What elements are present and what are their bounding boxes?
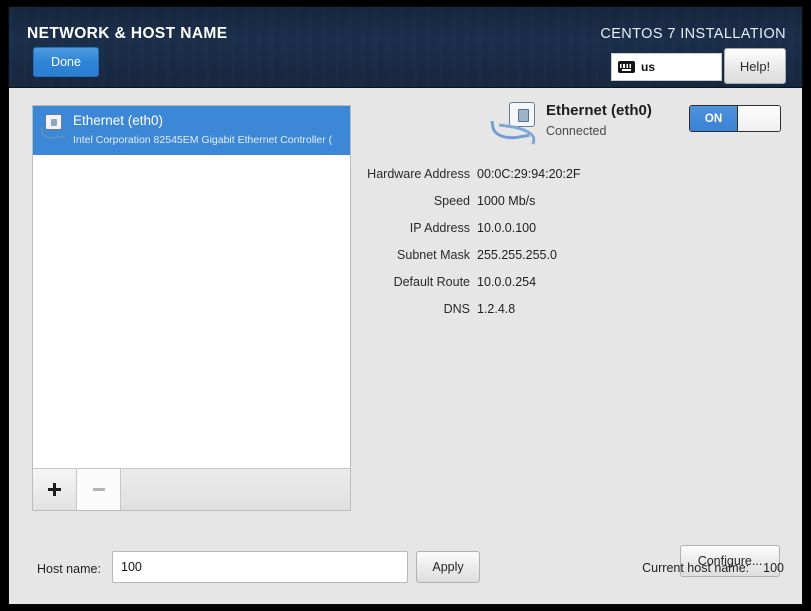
- done-button-label: Done: [51, 55, 81, 69]
- property-row: Default Route 10.0.0.254: [364, 268, 786, 295]
- hostname-bar: Host name: Apply Current host name: 100: [9, 538, 802, 604]
- done-button[interactable]: Done: [33, 47, 99, 77]
- property-row: IP Address 10.0.0.100: [364, 214, 786, 241]
- property-label: Default Route: [393, 274, 470, 289]
- device-detail-pane: Ethernet (eth0) Connected ON Hardware Ad…: [364, 98, 786, 438]
- property-value: 1000 Mb/s: [477, 193, 536, 208]
- current-hostname-label: Current host name:: [642, 561, 750, 575]
- property-value: 00:0C:29:94:20:2F: [477, 166, 581, 181]
- keyboard-layout-indicator[interactable]: us: [611, 53, 722, 81]
- property-label: Speed: [433, 193, 470, 208]
- installer-window: NETWORK & HOST NAME Done CENTOS 7 INSTAL…: [8, 6, 803, 605]
- property-value: 1.2.4.8: [477, 301, 516, 316]
- list-item[interactable]: Ethernet (eth0) Intel Corporation 82545E…: [33, 106, 350, 155]
- ethernet-icon: [40, 114, 67, 141]
- keyboard-icon: [618, 61, 635, 73]
- toggle-handle: [738, 106, 780, 131]
- help-button[interactable]: Help!: [724, 48, 786, 84]
- hostname-input[interactable]: [112, 551, 408, 583]
- device-power-toggle[interactable]: ON: [689, 105, 781, 132]
- toggle-on-label: ON: [690, 106, 738, 131]
- device-name: Ethernet (eth0): [546, 102, 652, 119]
- list-item-description: Intel Corporation 82545EM Gigabit Ethern…: [73, 134, 333, 146]
- property-value: 10.0.0.100: [477, 220, 537, 235]
- property-label: DNS: [443, 301, 470, 316]
- current-hostname: Current host name: 100: [642, 561, 784, 575]
- page-title: NETWORK & HOST NAME: [27, 25, 228, 42]
- property-label: Subnet Mask: [397, 247, 470, 262]
- installation-title: CENTOS 7 INSTALLATION: [600, 26, 786, 42]
- list-item-title: Ethernet (eth0): [73, 113, 164, 128]
- property-value: 10.0.0.254: [477, 274, 537, 289]
- remove-device-button: [77, 469, 121, 510]
- apply-button[interactable]: Apply: [416, 551, 480, 583]
- property-value: 255.255.255.0: [477, 247, 557, 262]
- property-row: Hardware Address 00:0C:29:94:20:2F: [364, 160, 786, 187]
- minus-icon: [92, 488, 105, 491]
- current-hostname-value: 100: [763, 561, 784, 575]
- property-label: Hardware Address: [367, 166, 470, 181]
- spoke-content: Ethernet (eth0) Intel Corporation 82545E…: [9, 88, 802, 604]
- property-label: IP Address: [409, 220, 470, 235]
- device-list-panel: Ethernet (eth0) Intel Corporation 82545E…: [32, 105, 351, 511]
- property-row: Speed 1000 Mb/s: [364, 187, 786, 214]
- help-button-label: Help!: [739, 58, 771, 74]
- device-detail-header: Ethernet (eth0) Connected ON: [424, 98, 786, 150]
- ethernet-icon: [490, 102, 538, 148]
- device-status: Connected: [546, 124, 607, 138]
- spoke-header: NETWORK & HOST NAME Done CENTOS 7 INSTAL…: [9, 7, 802, 88]
- property-row: DNS 1.2.4.8: [364, 295, 786, 322]
- keyboard-layout-label: us: [641, 60, 656, 74]
- hostname-label: Host name:: [37, 562, 101, 576]
- device-list[interactable]: Ethernet (eth0) Intel Corporation 82545E…: [33, 106, 350, 468]
- device-properties: Hardware Address 00:0C:29:94:20:2F Speed…: [364, 160, 786, 322]
- add-device-button[interactable]: [33, 469, 77, 510]
- device-list-toolbar: [33, 468, 350, 510]
- plus-icon: [48, 483, 61, 496]
- property-row: Subnet Mask 255.255.255.0: [364, 241, 786, 268]
- apply-button-label: Apply: [432, 560, 464, 574]
